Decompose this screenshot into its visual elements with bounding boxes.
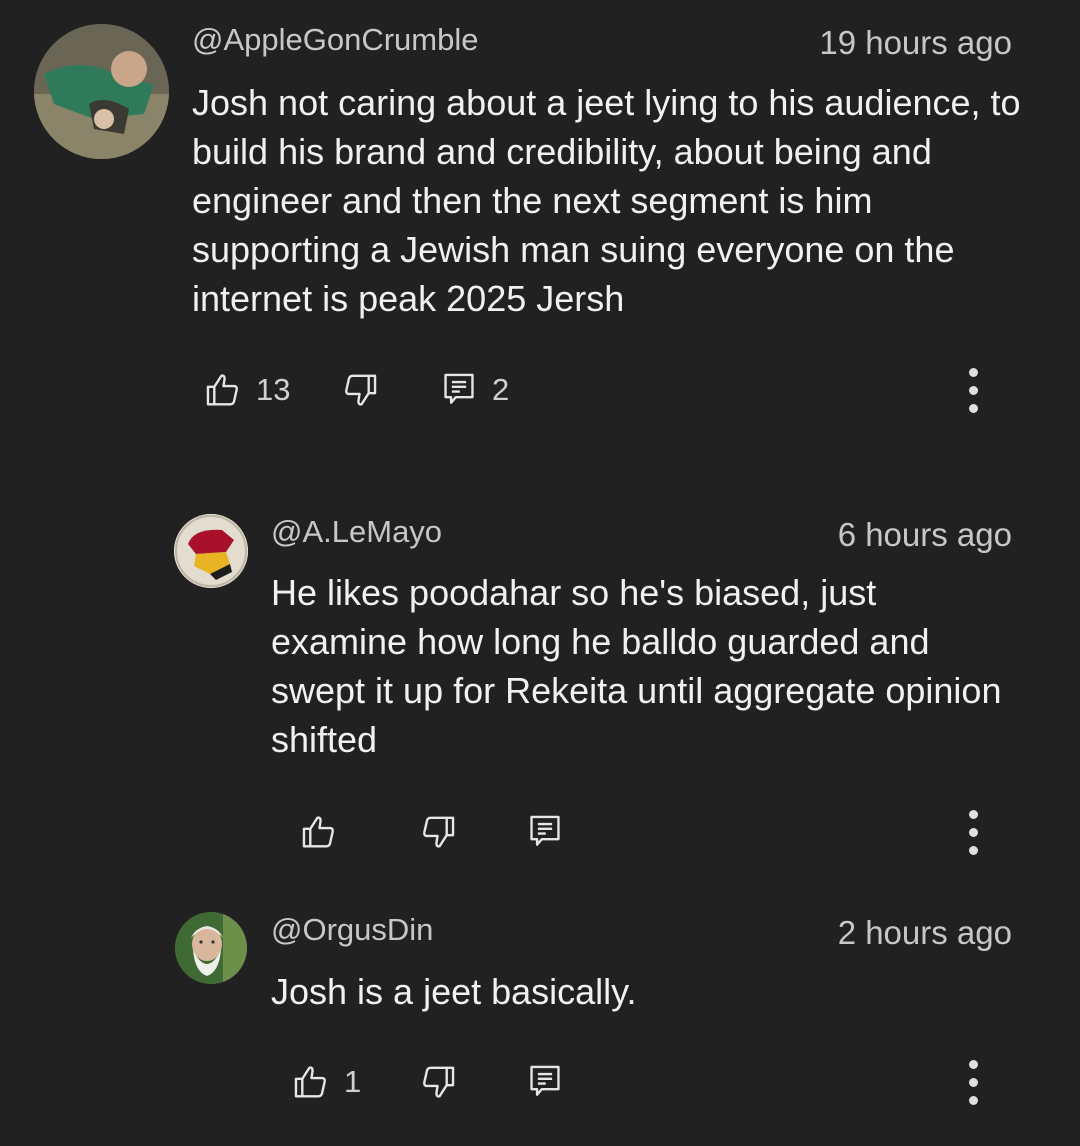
like-count: 13 — [256, 372, 291, 407]
comment-timestamp[interactable]: 2 hours ago — [838, 914, 1012, 952]
thumbs-down-icon — [423, 1066, 455, 1098]
reply-button[interactable] — [526, 802, 564, 862]
thumbs-up-icon — [302, 816, 334, 848]
dislike-button[interactable] — [419, 802, 457, 862]
comment-3: @OrgusDin 2 hours ago Josh is a jeet bas… — [0, 890, 1080, 1146]
reply-button[interactable]: 2 — [440, 360, 509, 420]
reply-icon — [530, 1065, 560, 1096]
comment-text: Josh not caring about a jeet lying to hi… — [192, 82, 1021, 319]
thumbs-down-icon — [423, 816, 455, 848]
comment-author[interactable]: @OrgusDin — [271, 912, 433, 948]
more-vert-icon — [968, 809, 978, 819]
comment-timestamp[interactable]: 19 hours ago — [819, 24, 1012, 62]
more-options-button[interactable] — [966, 1052, 980, 1112]
thumbs-up-icon — [294, 1066, 326, 1098]
comment-actions: 1 — [0, 1052, 1080, 1112]
more-options-button[interactable] — [966, 802, 980, 862]
like-count: 1 — [344, 1064, 362, 1099]
avatar[interactable] — [174, 514, 248, 588]
thumbs-down-icon — [345, 374, 377, 406]
like-button[interactable]: 1 — [292, 1052, 361, 1112]
thumbs-up-icon — [206, 374, 238, 406]
comment-1: @AppleGonCrumble 19 hours ago Josh not c… — [0, 0, 1080, 470]
more-vert-icon — [968, 367, 978, 377]
avatar[interactable] — [175, 912, 247, 984]
avatar-bearded-man-icon — [175, 912, 247, 984]
comment-author[interactable]: @A.LeMayo — [271, 514, 442, 550]
comment-text: He likes poodahar so he's biased, just e… — [271, 572, 1002, 760]
reply-count: 2 — [492, 372, 510, 407]
more-vert-icon — [968, 1059, 978, 1069]
comment-text: Josh is a jeet basically. — [271, 971, 637, 1012]
comment-author[interactable]: @AppleGonCrumble — [192, 22, 479, 58]
avatar[interactable] — [34, 24, 169, 159]
like-button[interactable]: 13 — [204, 360, 290, 420]
reply-icon — [530, 815, 560, 846]
like-button[interactable] — [300, 802, 338, 862]
avatar-photo-icon — [34, 24, 169, 159]
comment-timestamp[interactable]: 6 hours ago — [838, 516, 1012, 554]
avatar-red-pattern-icon — [174, 514, 248, 588]
comment-2: @A.LeMayo 6 hours ago He likes poodahar … — [0, 470, 1080, 890]
comment-actions — [0, 802, 1080, 862]
dislike-button[interactable] — [419, 1052, 457, 1112]
comment-actions: 13 2 — [0, 360, 1080, 420]
more-options-button[interactable] — [966, 360, 980, 420]
reply-icon — [444, 373, 474, 404]
dislike-button[interactable] — [341, 360, 379, 420]
reply-button[interactable] — [526, 1052, 564, 1112]
